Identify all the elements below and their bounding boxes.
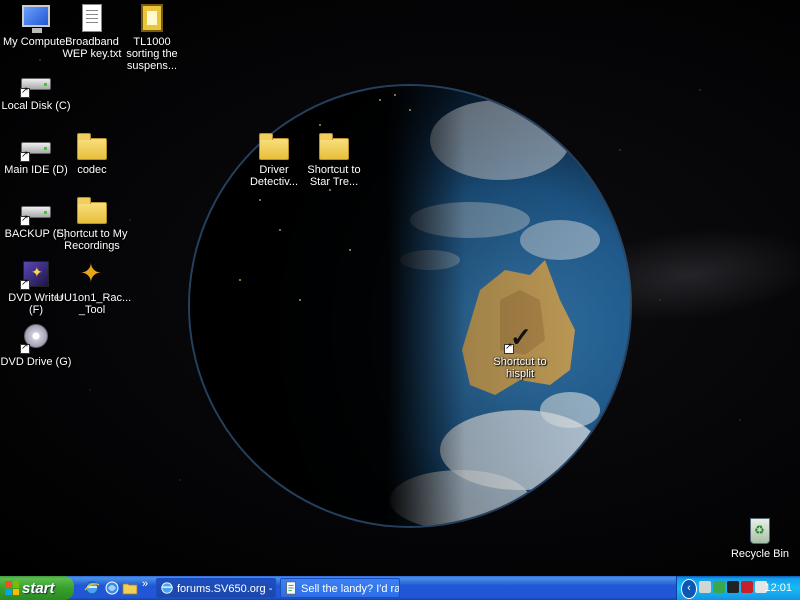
taskbar-button-label: Sell the landy? I'd rat... [301,583,400,595]
icon-label: codec [77,164,107,176]
browser-icon[interactable] [104,580,120,596]
shortcut-arrow-icon [20,213,30,226]
taskbar-button-forums[interactable]: forums.SV650.org - R... [156,578,276,598]
icon-label: Shortcut to Star Tre... [307,164,361,188]
desktop-icon-codec-folder[interactable]: codec [56,130,128,176]
desktop-icon-recycle-bin[interactable]: Recycle Bin [724,514,796,560]
taskbar: start » forums.SV650.org - R... Sell the… [0,576,800,600]
computer-icon [22,5,50,33]
desktop-icon-local-disk-c[interactable]: Local Disk (C) [0,66,72,112]
shortcut-arrow-icon [20,149,30,162]
display-icon[interactable] [727,581,739,593]
folder-icon [259,133,289,160]
clock: 12:01 [764,582,792,594]
desktop-icon-my-recordings-shortcut[interactable]: Shortcut to My Recordings [56,194,128,252]
quick-launch-more-chevron-icon[interactable]: » [142,578,148,590]
shortcut-arrow-icon [20,85,30,98]
ie-icon[interactable] [84,580,100,596]
tray-collapse-chevron-icon[interactable]: ‹ [681,579,697,599]
icon-label: DVD Drive (G) [0,356,72,368]
desktop-icon-star-trek-shortcut[interactable]: Shortcut to Star Tre... [298,130,370,188]
system-tray: ‹ 12:01 [676,576,800,600]
shortcut-arrow-icon [504,341,514,354]
antivirus-icon[interactable] [741,581,753,593]
taskbar-button-sell-the-landy[interactable]: Sell the landy? I'd rat... [280,578,400,598]
taskbar-button-label: forums.SV650.org - R... [177,583,275,595]
desktop-icon-dvd-drive-g[interactable]: DVD Drive (G) [0,322,72,368]
recycle-bin-icon [750,518,770,544]
icon-label: Shortcut to My Recordings [56,228,128,252]
start-button[interactable]: start [0,576,74,600]
icon-label: Local Disk (C) [1,100,71,112]
folder-icon[interactable] [122,580,138,596]
desktop-icon-hisplit-shortcut[interactable]: ✓ Shortcut to hisplit [484,322,556,380]
folder-icon [319,133,349,160]
video-file-icon [141,4,163,32]
network-icon[interactable] [699,581,711,593]
desktop-icon-uu1on1-tool[interactable]: ✦ UU1on1_Rac... _Tool [56,258,132,316]
security-icon[interactable] [713,581,725,593]
ie-icon [161,582,173,594]
star-trek-emblem-icon: ✦ [80,258,102,288]
icon-label: UU1on1_Rac... _Tool [56,292,132,316]
folder-icon [77,133,107,160]
text-file-icon [82,4,102,32]
shortcut-arrow-icon [20,277,30,290]
desktop-icon-tl1000-video[interactable]: TL1000 sorting the suspens... [116,2,188,72]
icon-label: Shortcut to hisplit [493,356,547,380]
shortcut-arrow-icon [20,341,30,354]
document-icon [286,581,296,595]
desktop: My Computer Broadband WEP key.txt TL1000… [0,0,800,576]
icon-label: TL1000 sorting the suspens... [126,36,178,72]
windows-logo-icon [5,581,19,595]
start-label: start [22,579,55,597]
folder-icon [77,197,107,224]
icon-label: Recycle Bin [730,548,790,560]
